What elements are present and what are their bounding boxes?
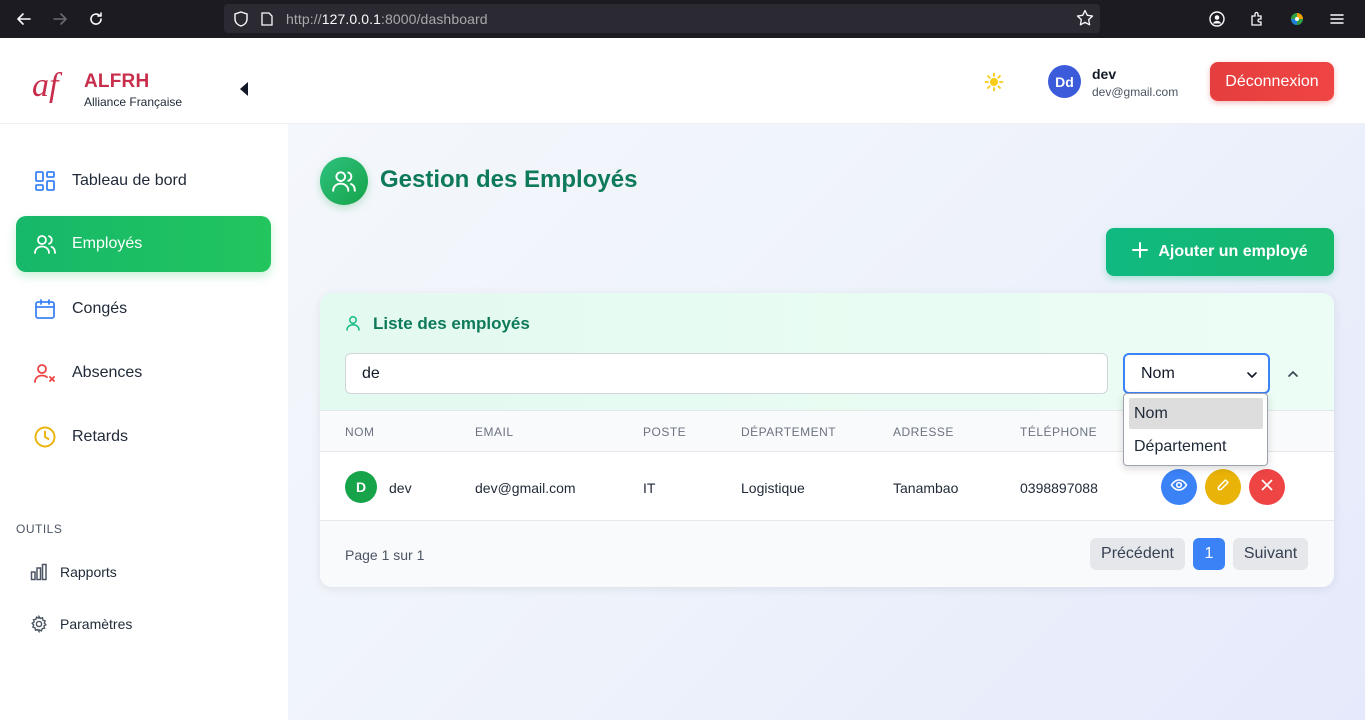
page-number-button[interactable]: 1: [1193, 538, 1225, 570]
calendar-icon: [33, 297, 57, 321]
user-avatar[interactable]: Dd: [1048, 65, 1081, 98]
list-title: Liste des employés: [373, 314, 530, 333]
next-page-button[interactable]: Suivant: [1233, 538, 1308, 570]
account-icon[interactable]: [1199, 1, 1235, 37]
sidebar-item-dashboard[interactable]: Tableau de bord: [16, 153, 271, 209]
browser-toolbar: http://127.0.0.1:8000/dashboard: [0, 0, 1365, 38]
cell-poste: IT: [643, 480, 656, 496]
logout-button[interactable]: Déconnexion: [1210, 62, 1334, 101]
extension-colorful-icon[interactable]: [1279, 1, 1315, 37]
users-icon: [33, 232, 57, 256]
sidebar-item-label: Absences: [72, 364, 143, 381]
svg-text:af: af: [32, 67, 63, 104]
cell-telephone: 0398897088: [1020, 480, 1098, 496]
column-header-telephone: TÉLÉPHONE: [1020, 425, 1098, 439]
menu-hamburger-icon[interactable]: [1319, 1, 1355, 37]
user-x-icon: [33, 361, 57, 385]
filter-select-value: Nom: [1141, 364, 1175, 382]
sidebar-item-delays[interactable]: Retards: [16, 409, 271, 465]
column-header-poste: POSTE: [643, 425, 687, 439]
add-employee-label: Ajouter un employé: [1158, 243, 1308, 260]
filter-option-departement[interactable]: Département: [1129, 431, 1263, 462]
sidebar-item-label: Rapports: [60, 564, 117, 580]
users-icon: [320, 157, 368, 205]
previous-page-button[interactable]: Précédent: [1090, 538, 1185, 570]
employee-avatar: D: [345, 471, 377, 503]
column-header-email: EMAIL: [475, 425, 514, 439]
sidebar-item-leaves[interactable]: Congés: [16, 281, 271, 337]
address-bar[interactable]: http://127.0.0.1:8000/dashboard: [224, 4, 1100, 33]
filter-select[interactable]: Nom: [1123, 353, 1270, 394]
chevron-up-icon[interactable]: [1287, 367, 1299, 379]
dashboard-grid-icon: [33, 169, 57, 193]
cell-adresse: Tanambao: [893, 480, 959, 496]
filter-dropdown-menu: Nom Département: [1123, 393, 1268, 466]
url-text: http://127.0.0.1:8000/dashboard: [286, 10, 488, 27]
sidebar-item-label: Paramètres: [60, 616, 133, 632]
cell-email: dev@gmail.com: [475, 480, 576, 496]
brand-subtitle: Alliance Française: [84, 95, 183, 109]
extensions-icon[interactable]: [1239, 1, 1275, 37]
sidebar: Tableau de bord Employés Congés Absences…: [0, 124, 288, 720]
view-button[interactable]: [1161, 469, 1197, 505]
column-header-adresse: ADRESSE: [893, 425, 954, 439]
pagination-footer: Page 1 sur 1 Précédent 1 Suivant: [320, 521, 1334, 587]
reload-icon[interactable]: [78, 1, 114, 37]
edit-button[interactable]: [1205, 469, 1241, 505]
bookmark-star-icon[interactable]: [1076, 9, 1094, 32]
theme-toggle-sun-icon[interactable]: [984, 72, 1004, 92]
brand-name: ALFRH: [84, 71, 150, 92]
app-header: af ALFRH Alliance Française Dd dev dev@g…: [0, 38, 1365, 124]
page-title: Gestion des Employés: [380, 166, 638, 193]
search-input[interactable]: de: [345, 353, 1108, 394]
tools-heading: OUTILS: [16, 522, 63, 536]
sidebar-item-label: Retards: [72, 428, 129, 445]
user-icon: [345, 315, 361, 331]
chevron-down-icon: [1246, 368, 1258, 380]
gear-icon: [30, 614, 48, 634]
user-name: dev: [1092, 66, 1117, 82]
user-email: dev@gmail.com: [1092, 85, 1179, 99]
back-arrow-icon[interactable]: [6, 1, 42, 37]
sidebar-item-employees[interactable]: Employés: [16, 216, 271, 272]
page-icon: [258, 10, 276, 28]
plus-icon: [1132, 241, 1149, 263]
pencil-icon: [1216, 478, 1230, 497]
sidebar-item-absences[interactable]: Absences: [16, 345, 271, 401]
column-header-nom: NOM: [345, 425, 375, 439]
sidebar-item-label: Employés: [72, 235, 143, 252]
clock-icon: [33, 425, 57, 449]
cell-departement: Logistique: [741, 480, 805, 496]
delete-button[interactable]: [1249, 469, 1285, 505]
add-employee-button[interactable]: Ajouter un employé: [1106, 228, 1334, 276]
forward-arrow-icon[interactable]: [42, 1, 78, 37]
sidebar-item-settings[interactable]: Paramètres: [30, 612, 132, 636]
column-header-departement: DÉPARTEMENT: [741, 425, 837, 439]
close-icon: [1260, 478, 1274, 497]
page-info: Page 1 sur 1: [345, 547, 425, 563]
sidebar-collapse-icon[interactable]: [238, 80, 250, 98]
eye-icon: [1170, 476, 1188, 499]
filter-option-nom[interactable]: Nom: [1129, 398, 1263, 429]
sidebar-item-label: Tableau de bord: [72, 172, 187, 189]
bar-chart-icon: [30, 563, 48, 581]
alliance-francaise-logo: af: [32, 66, 70, 106]
shield-icon[interactable]: [232, 10, 250, 28]
cell-nom: dev: [389, 480, 412, 496]
sidebar-item-label: Congés: [72, 300, 128, 317]
sidebar-item-reports[interactable]: Rapports: [30, 560, 117, 584]
